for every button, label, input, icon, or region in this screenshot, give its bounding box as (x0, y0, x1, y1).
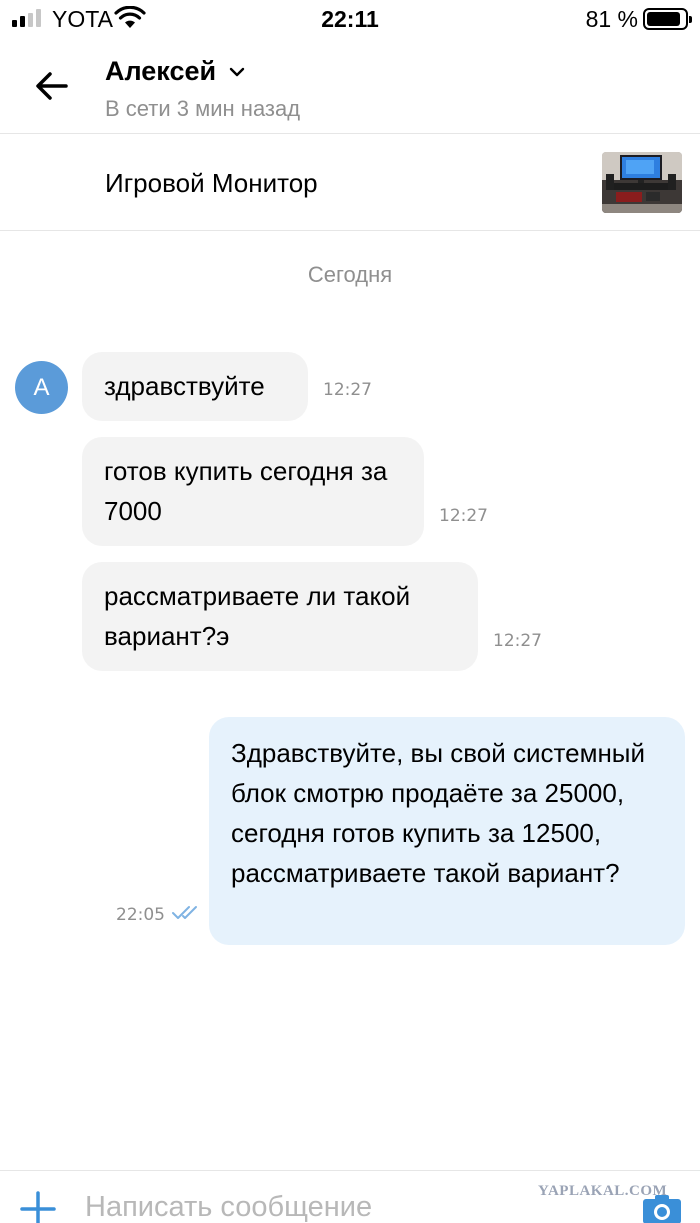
date-divider: Сегодня (307, 262, 393, 287)
contact-name[interactable]: Алексей (105, 56, 216, 87)
message-composer: YAPLAKAL.COM (0, 1170, 700, 1223)
camera-icon[interactable] (642, 1194, 682, 1223)
back-arrow-icon[interactable] (28, 62, 76, 110)
chevron-down-icon[interactable] (229, 66, 245, 78)
status-bar: YOTA 22:11 81 % (0, 0, 700, 40)
message-text: Здравствуйте, вы свой системный блок смо… (231, 738, 646, 888)
message-text: рассматриваете ли такой вариант?э (104, 581, 411, 651)
battery-icon (643, 8, 692, 30)
plus-icon[interactable] (18, 1189, 58, 1223)
sender-avatar[interactable]: A (15, 361, 68, 414)
contact-online-status: В сети 3 мин назад (105, 96, 301, 121)
message-bubble-incoming[interactable]: здравствуйте (82, 352, 308, 421)
message-bubble-outgoing[interactable]: Здравствуйте, вы свой системный блок смо… (209, 717, 685, 945)
listing-title[interactable]: Игровой Монитор (105, 168, 318, 199)
message-time: 12:27 (493, 631, 542, 651)
message-bubble-incoming[interactable]: готов купить сегодня за 7000 (82, 437, 424, 546)
message-time: 12:27 (439, 506, 488, 526)
message-time: 22:05 (116, 905, 165, 925)
listing-thumbnail[interactable] (602, 152, 682, 213)
message-text: готов купить сегодня за 7000 (104, 456, 388, 526)
listing-bar[interactable]: Игровой Монитор (0, 135, 700, 231)
message-text: здравствуйте (104, 371, 265, 401)
message-bubble-incoming[interactable]: рассматриваете ли такой вариант?э (82, 562, 478, 671)
chat-header: Алексей В сети 3 мин назад (0, 40, 700, 134)
read-checkmarks-icon (172, 906, 197, 919)
message-time: 12:27 (323, 380, 372, 400)
battery-percent: 81 % (585, 6, 638, 32)
message-input[interactable] (85, 1189, 485, 1223)
